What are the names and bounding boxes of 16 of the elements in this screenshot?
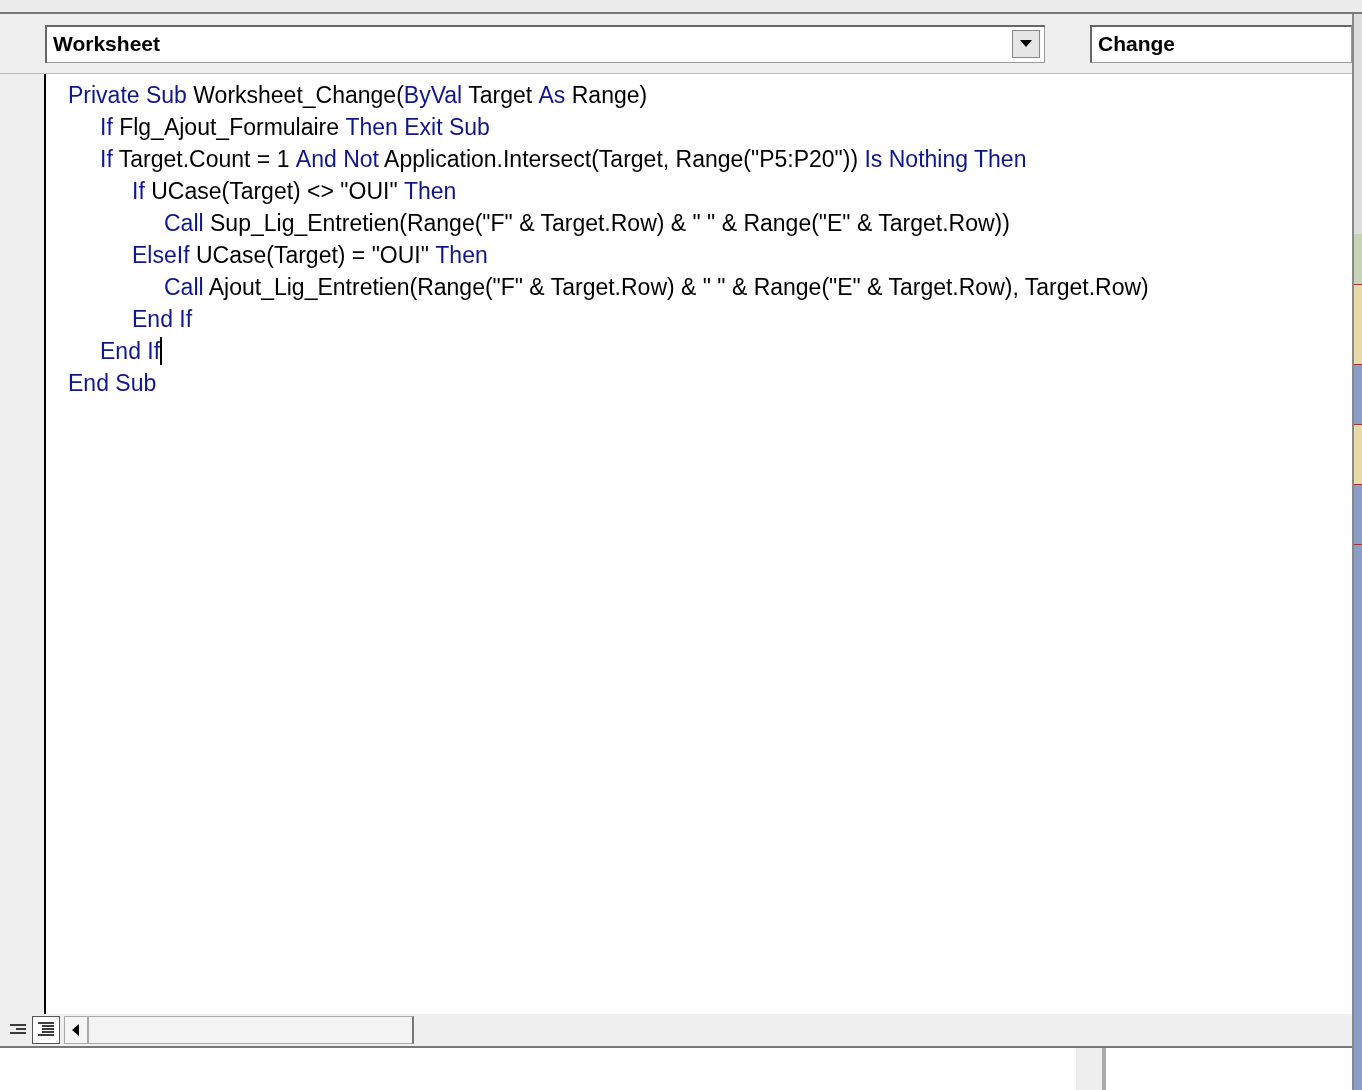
code-line: End If xyxy=(132,304,193,334)
code-line: Private Sub Worksheet_Change(ByVal Target As Range) xyxy=(68,80,648,110)
code-line: ElseIf UCase(Target) = "OUI" Then xyxy=(132,240,488,270)
left-arrow-icon[interactable] xyxy=(72,1024,80,1036)
scroll-left-button[interactable] xyxy=(64,1016,88,1044)
object-dropdown[interactable]: Worksheet xyxy=(45,24,1045,63)
full-module-view-icon[interactable] xyxy=(36,1021,56,1039)
full-module-view-button[interactable] xyxy=(32,1016,60,1044)
code-line: Call Sup_Lig_Entretien(Range("F" & Target.Row) & " " & Range("E" & Target.Row)) xyxy=(164,208,1010,238)
code-line: End Sub xyxy=(68,368,157,398)
code-line: Call Ajout_Lig_Entretien(Range("F" & Target.Row) & " " & Range("E" & Target.Row), Target.Row) xyxy=(164,272,1149,302)
procedure-dropdown[interactable]: Change xyxy=(1090,24,1352,63)
code-line: If Flg_Ajout_Formulaire Then Exit Sub xyxy=(100,112,490,142)
code-line: If UCase(Target) <> "OUI" Then xyxy=(132,176,457,206)
code-line: If Target.Count = 1 And Not Application.Intersect(Target, Range("P5:P20")) Is Nothing Then xyxy=(100,144,1027,174)
code-line: End If xyxy=(100,336,163,367)
